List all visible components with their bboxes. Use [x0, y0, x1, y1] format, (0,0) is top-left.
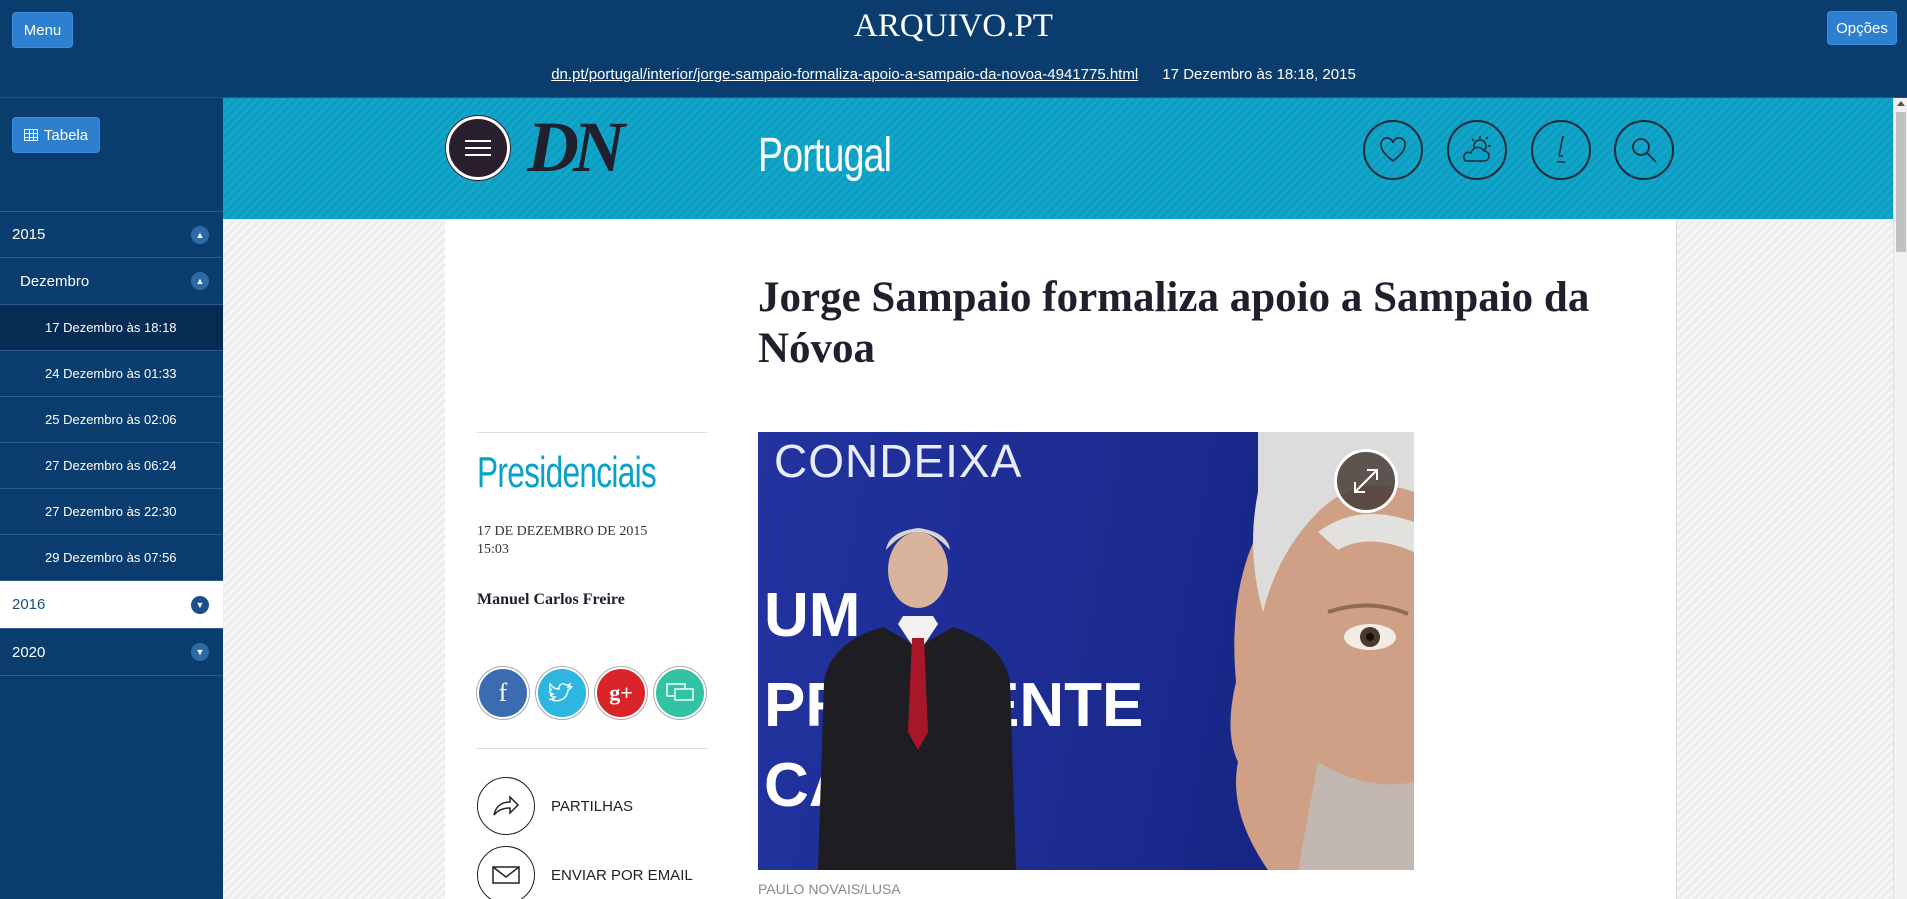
- dn-header: DN Portugal: [223, 98, 1907, 219]
- version-sidebar: Tabela 2015 ▲ Dezembro ▲ 17 Dezembro às …: [0, 98, 223, 899]
- expand-photo-button[interactable]: [1334, 449, 1398, 513]
- archive-topbar: Menu ARQUIVO.PT Opções dn.pt/portugal/in…: [0, 0, 1907, 98]
- comments-button[interactable]: [654, 667, 706, 719]
- table-view-button[interactable]: Tabela: [12, 117, 100, 153]
- share-label: PARTILHAS: [551, 797, 633, 815]
- sidebar-version-item[interactable]: 17 Dezembro às 18:18: [0, 305, 223, 351]
- year-label: 2015: [12, 226, 46, 243]
- meta-divider: [477, 432, 707, 433]
- googleplus-share-button[interactable]: g+: [595, 667, 647, 719]
- googleplus-icon: g+: [609, 680, 633, 705]
- chevron-up-icon: ▲: [191, 225, 209, 244]
- sidebar-year-2020[interactable]: 2020 ▼: [0, 629, 223, 676]
- pen-icon[interactable]: [1531, 120, 1591, 180]
- twitter-icon: [549, 682, 573, 702]
- archived-page: DN Portugal Jorge Sampaio formaliza apoi…: [223, 98, 1907, 899]
- sidebar-version-item[interactable]: 24 Dezembro às 01:33: [0, 351, 223, 397]
- expand-icon: [1354, 469, 1378, 493]
- page-scrollbar[interactable]: [1893, 98, 1907, 899]
- sidebar-version-item[interactable]: 25 Dezembro às 02:06: [0, 397, 223, 443]
- capture-info: dn.pt/portugal/interior/jorge-sampaio-fo…: [0, 66, 1907, 83]
- dn-logo[interactable]: DN: [527, 106, 625, 189]
- section-title[interactable]: Portugal: [758, 128, 892, 183]
- email-label: ENVIAR POR EMAIL: [551, 866, 693, 884]
- options-button[interactable]: Opções: [1827, 11, 1897, 45]
- photo-caption: PAULO NOVAIS/LUSA: [758, 881, 901, 897]
- table-icon: [23, 129, 38, 141]
- sidebar-month-dezembro[interactable]: Dezembro ▲: [0, 258, 223, 305]
- article-date: 17 DE DEZEMBRO DE 2015 15:03: [477, 523, 647, 559]
- scrollbar-thumb[interactable]: [1896, 112, 1906, 252]
- envelope-icon: [477, 846, 535, 899]
- article-headline: Jorge Sampaio formaliza apoio a Sampaio …: [758, 274, 1590, 372]
- article-category[interactable]: Presidenciais: [477, 448, 657, 498]
- meta-divider: [477, 748, 707, 749]
- sidebar-year-2016[interactable]: 2016 ▼: [0, 581, 223, 629]
- facebook-icon: f: [498, 678, 508, 707]
- chevron-down-icon: ▼: [191, 643, 209, 661]
- arquivo-logo[interactable]: ARQUIVO.PT: [0, 8, 1907, 45]
- year-label: 2016: [12, 596, 46, 613]
- article-date-day: 17 DE DEZEMBRO DE 2015: [477, 524, 648, 539]
- archived-url-link[interactable]: dn.pt/portugal/interior/jorge-sampaio-fo…: [551, 66, 1138, 83]
- sidebar-year-2015[interactable]: 2015 ▲: [0, 211, 223, 258]
- sidebar-version-item[interactable]: 27 Dezembro às 06:24: [0, 443, 223, 489]
- photo-figure: [818, 432, 1414, 870]
- year-label: 2020: [12, 643, 46, 661]
- heart-icon[interactable]: [1363, 120, 1423, 180]
- capture-date: 17 Dezembro às 18:18, 2015: [1162, 66, 1356, 83]
- share-count-button[interactable]: PARTILHAS: [477, 777, 633, 835]
- hamburger-menu-button[interactable]: [446, 116, 510, 180]
- sidebar-version-item[interactable]: 29 Dezembro às 07:56: [0, 535, 223, 581]
- email-share-button[interactable]: ENVIAR POR EMAIL: [477, 846, 693, 899]
- article-date-time: 15:03: [477, 542, 509, 557]
- weather-icon[interactable]: [1447, 120, 1507, 180]
- article-author[interactable]: Manuel Carlos Freire: [477, 591, 625, 609]
- sidebar-version-item[interactable]: 27 Dezembro às 22:30: [0, 489, 223, 535]
- comments-icon: [666, 683, 694, 701]
- article-photo[interactable]: CONDEIXA UM PR ENTE CA: [758, 432, 1414, 870]
- share-icon: [477, 777, 535, 835]
- twitter-share-button[interactable]: [536, 667, 588, 719]
- search-icon[interactable]: [1614, 120, 1674, 180]
- chevron-up-icon: ▲: [191, 272, 209, 290]
- chevron-down-icon: ▼: [191, 595, 209, 614]
- facebook-share-button[interactable]: f: [477, 667, 529, 719]
- scroll-up-icon[interactable]: [1897, 101, 1905, 106]
- month-label: Dezembro: [20, 272, 90, 290]
- table-view-label: Tabela: [43, 126, 89, 144]
- article-container: Jorge Sampaio formaliza apoio a Sampaio …: [445, 219, 1677, 899]
